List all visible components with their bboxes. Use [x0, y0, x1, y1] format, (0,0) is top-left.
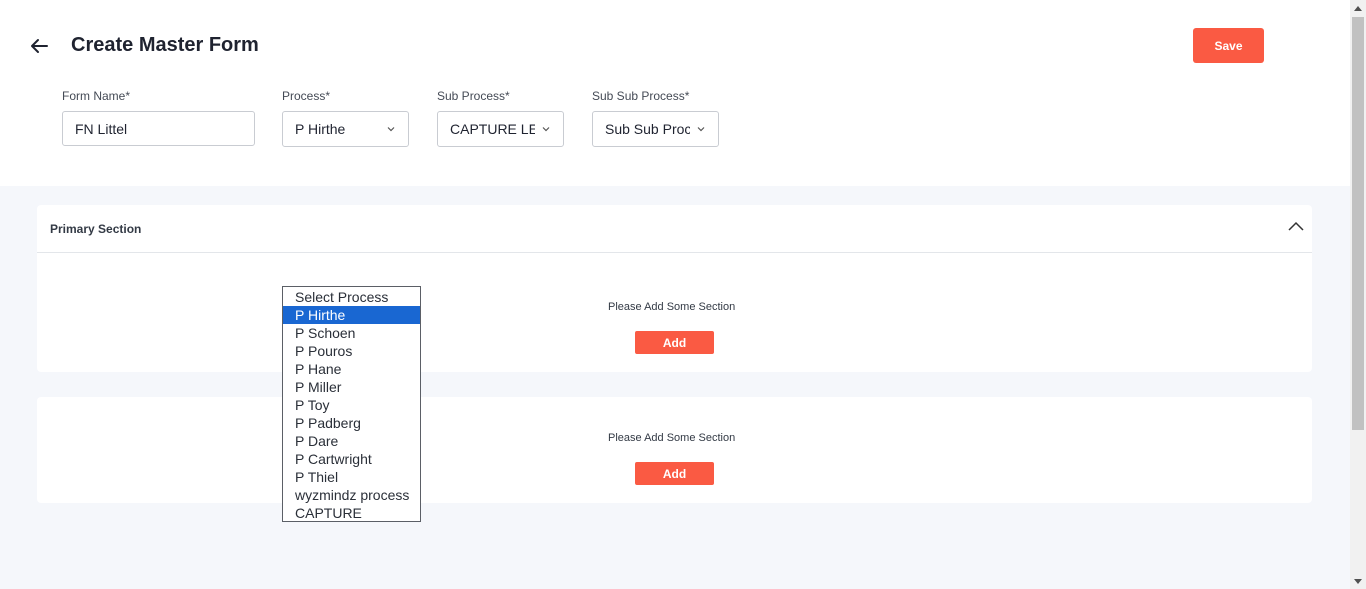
process-option-selected[interactable]: P Hirthe — [283, 306, 420, 324]
process-select-value: P Hirthe — [295, 121, 346, 137]
form-name-input[interactable]: FN Littel — [62, 111, 255, 146]
process-option[interactable]: P Padberg — [283, 414, 420, 432]
process-option[interactable]: P Cartwright — [283, 450, 420, 468]
secondary-section-card: Please Add Some Section Add — [37, 397, 1312, 503]
empty-section-text: Please Add Some Section — [608, 301, 736, 313]
primary-section-title: Primary Section — [50, 221, 142, 236]
chevron-up-icon[interactable] — [1288, 219, 1304, 235]
empty-section-text: Please Add Some Section — [608, 432, 736, 444]
process-option[interactable]: P Dare — [283, 432, 420, 450]
process-option[interactable]: P Toy — [283, 396, 420, 414]
sub-sub-process-label: Sub Sub Process* — [592, 89, 690, 103]
sub-process-select-value: CAPTURE LE — [450, 121, 535, 137]
process-dropdown-list[interactable]: Select Process P Hirthe P Schoen P Pouro… — [282, 286, 421, 522]
process-option[interactable]: CAPTURE — [283, 504, 420, 522]
process-option[interactable]: P Schoen — [283, 324, 420, 342]
add-section-button[interactable]: Add — [635, 331, 714, 354]
sub-process-label: Sub Process* — [437, 89, 510, 103]
back-button[interactable] — [28, 35, 50, 57]
chevron-down-icon — [380, 126, 402, 132]
sub-process-select[interactable]: CAPTURE LE — [437, 111, 564, 147]
process-option[interactable]: P Thiel — [283, 468, 420, 486]
process-option[interactable]: P Hane — [283, 360, 420, 378]
primary-section-card: Primary Section Please Add Some Section … — [37, 205, 1312, 372]
process-option[interactable]: P Pouros — [283, 342, 420, 360]
form-name-label: Form Name* — [62, 89, 131, 103]
page-scrollbar[interactable] — [1350, 0, 1366, 589]
scrollbar-thumb[interactable] — [1352, 17, 1364, 430]
process-select[interactable]: P Hirthe — [282, 111, 409, 147]
form-name-value: FN Littel — [75, 120, 128, 137]
page-title: Create Master Form — [71, 34, 259, 56]
chevron-down-icon — [535, 126, 557, 132]
process-label: Process* — [282, 89, 331, 103]
scroll-up-arrow-icon[interactable] — [1350, 0, 1366, 16]
process-option[interactable]: Select Process — [283, 288, 420, 306]
arrow-left-icon — [31, 39, 48, 53]
process-option[interactable]: P Miller — [283, 378, 420, 396]
add-section-button[interactable]: Add — [635, 462, 714, 485]
save-button[interactable]: Save — [1193, 28, 1264, 63]
process-option[interactable]: wyzmindz process — [283, 486, 420, 504]
primary-section-header[interactable]: Primary Section — [37, 205, 1312, 253]
chevron-down-icon — [690, 126, 712, 132]
scroll-down-arrow-icon[interactable] — [1350, 573, 1366, 589]
sub-sub-process-select[interactable]: Sub Sub Proc — [592, 111, 719, 147]
sub-sub-process-select-value: Sub Sub Proc — [605, 121, 690, 137]
